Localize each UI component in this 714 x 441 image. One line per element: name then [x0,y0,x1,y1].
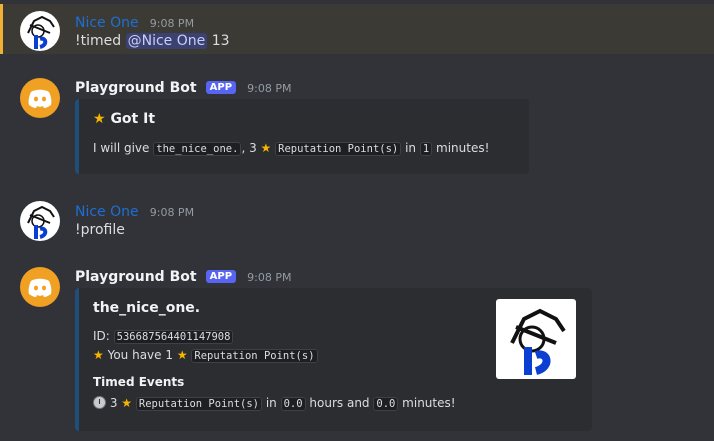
user-avatar[interactable] [20,11,60,51]
bot-avatar[interactable] [20,78,60,118]
user-mention[interactable]: @Nice One [125,33,208,49]
username-code: the_nice_one. [153,142,242,156]
minutes-code: 1 [419,142,433,156]
message-content: !timed @Nice One 13 [75,33,230,49]
message-nice-one-timed: Nice One 9:08 PM !timed @Nice One 13 [0,4,714,54]
star-icon: ★ [121,396,133,410]
app-badge: APP [205,270,237,283]
timed-events-line: 3 ★ Reputation Point(s) in 0.0 hours and… [93,396,456,411]
embed-title[interactable]: the_nice_one. [93,300,200,316]
author-name[interactable]: Nice One [75,15,139,31]
bot-avatar[interactable] [20,267,60,307]
app-badge: APP [205,81,237,94]
minutes-code: 0.0 [373,397,399,411]
profile-id-line: ID: 536687564401147908 [93,329,234,344]
timestamp: 9:08 PM [247,82,292,95]
star-icon: ★ [93,111,106,127]
discord-logo-icon [28,278,52,297]
star-icon: ★ [260,141,272,155]
message-nice-one-profile: Nice One 9:08 PM !profile [0,198,714,248]
reputation-line: ★ You have 1 ★ Reputation Point(s) [93,348,318,363]
user-avatar[interactable] [20,201,60,241]
embed-description: I will give the_nice_one., 3 ★ Reputatio… [93,141,490,156]
command-arg: 13 [211,33,230,49]
profile-thumbnail[interactable] [496,299,576,379]
author-name[interactable]: Playground Bot [75,269,197,285]
field-title-timed-events: Timed Events [93,375,185,389]
message-bot-got-it: Playground Bot APP 9:08 PM ★ Got It I wi… [0,72,714,182]
hours-code: 0.0 [280,397,306,411]
star-icon: ★ [176,348,188,362]
discord-logo-icon [28,89,52,108]
timestamp: 9:08 PM [247,271,292,284]
author-name[interactable]: Playground Bot [75,80,197,96]
user-id-code: 536687564401147908 [113,330,234,344]
command-text: !timed [75,33,122,49]
message-bot-profile: Playground Bot APP 9:08 PM the_nice_one.… [0,263,714,441]
timestamp: 9:08 PM [149,206,195,219]
points-code: Reputation Point(s) [275,142,402,156]
embed-title: ★ Got It [93,111,156,127]
points-code: Reputation Point(s) [135,397,262,411]
clock-icon [93,396,106,409]
embed-got-it: ★ Got It I will give the_nice_one., 3 ★ … [75,99,529,174]
message-content: !profile [75,222,125,238]
embed-profile: the_nice_one. ID: 536687564401147908 ★ Y… [75,288,592,431]
points-code: Reputation Point(s) [191,349,318,363]
timestamp: 9:08 PM [149,17,195,30]
author-name[interactable]: Nice One [75,204,139,220]
star-icon: ★ [93,348,104,362]
